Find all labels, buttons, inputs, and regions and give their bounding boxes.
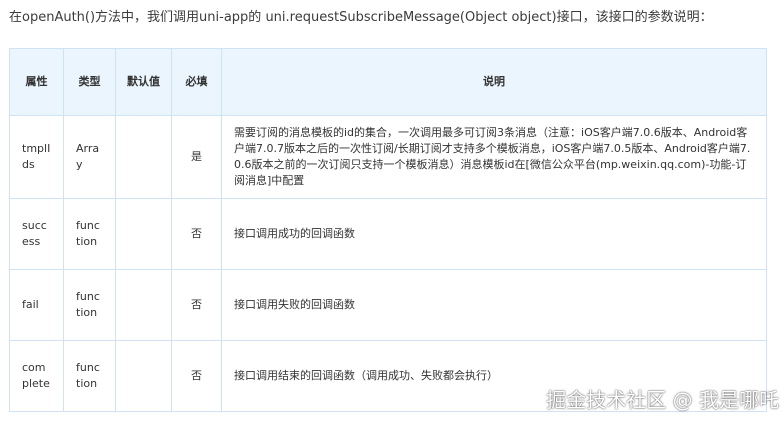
cell-type: function xyxy=(63,269,116,341)
intro-text: 在openAuth()方法中，我们调用uni-app的 uni.requestS… xyxy=(9,10,713,25)
cell-default xyxy=(115,340,172,412)
cell-required: 是 xyxy=(171,115,222,199)
table-row: tmplIds Array 是 需要订阅的消息模板的id的集合，一次调用最多可订… xyxy=(9,115,767,199)
cell-description: 接口调用成功的回调函数 xyxy=(221,198,767,270)
params-table: 属性 类型 默认值 必填 说明 tmplIds Array 是 需要订阅的消息模… xyxy=(9,48,767,412)
cell-type: function xyxy=(63,340,116,412)
header-type: 类型 xyxy=(63,48,116,116)
cell-default xyxy=(115,115,172,199)
header-default: 默认值 xyxy=(115,48,172,116)
cell-description: 接口调用失败的回调函数 xyxy=(221,269,767,341)
cell-type: function xyxy=(63,198,116,270)
header-required: 必填 xyxy=(171,48,222,116)
table-row: fail function 否 接口调用失败的回调函数 xyxy=(9,269,767,341)
cell-property: fail xyxy=(9,269,64,341)
cell-default xyxy=(115,269,172,341)
header-description: 说明 xyxy=(221,48,767,116)
cell-description: 需要订阅的消息模板的id的集合，一次调用最多可订阅3条消息（注意：iOS客户端7… xyxy=(221,115,767,199)
cell-default xyxy=(115,198,172,270)
table-header-row: 属性 类型 默认值 必填 说明 xyxy=(9,48,767,116)
watermark-text: 掘金技术社区 @ 我是哪吒 xyxy=(546,388,779,412)
cell-property: tmplIds xyxy=(9,115,64,199)
header-property: 属性 xyxy=(9,48,64,116)
cell-property: complete xyxy=(9,340,64,412)
cell-required: 否 xyxy=(171,198,222,270)
cell-property: success xyxy=(9,198,64,270)
cell-type: Array xyxy=(63,115,116,199)
cell-required: 否 xyxy=(171,269,222,341)
cell-required: 否 xyxy=(171,340,222,412)
table-row: success function 否 接口调用成功的回调函数 xyxy=(9,198,767,270)
